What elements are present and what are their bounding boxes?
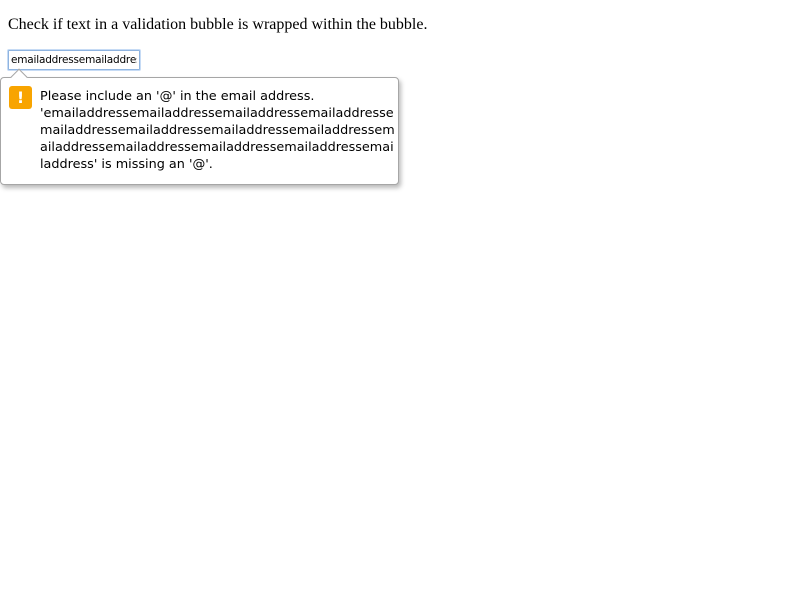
validation-message: Please include an '@' in the email addre…: [40, 88, 396, 173]
warning-icon: !: [9, 86, 32, 109]
page-description: Check if text in a validation bubble is …: [8, 16, 428, 33]
validation-bubble: ! Please include an '@' in the email add…: [0, 68, 399, 185]
validation-message-detail: 'emailaddressemailaddressemailaddressema…: [40, 106, 395, 172]
bubble-arrow: [10, 68, 28, 86]
validation-message-intro: Please include an '@' in the email addre…: [40, 89, 315, 104]
email-input[interactable]: [8, 50, 140, 70]
